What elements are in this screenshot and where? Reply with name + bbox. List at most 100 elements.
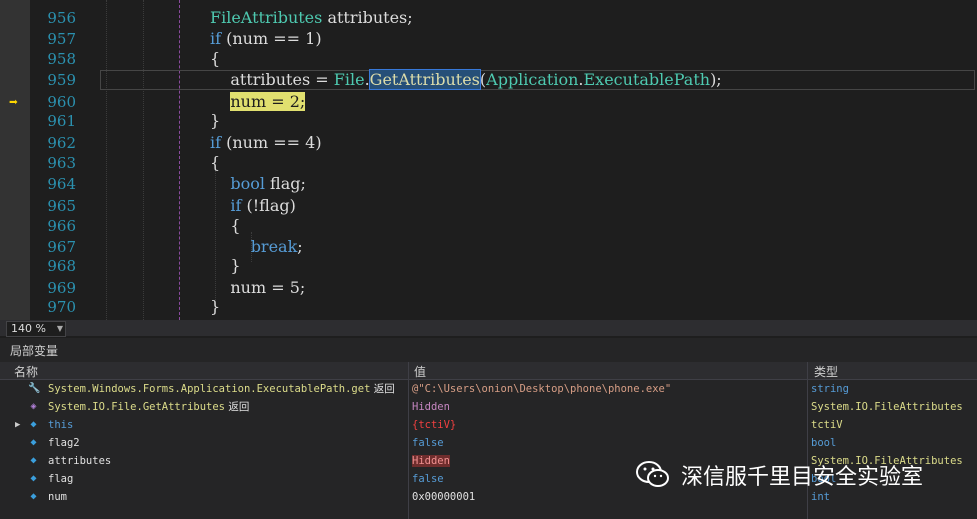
local-value[interactable]: Hidden (412, 398, 802, 416)
code-token: bool (230, 174, 265, 193)
local-value[interactable]: @"C:\Users\onion\Desktop\phone\phone.exe… (412, 380, 802, 398)
locals-row[interactable]: ▶ ◆ this {tctiV} tctiV (0, 416, 977, 434)
watermark: 深信服千里目安全实验室 (635, 458, 955, 492)
local-name-text: num (48, 491, 67, 503)
code-line[interactable]: 969 num = 5; (0, 278, 977, 298)
code-token: { (210, 216, 241, 235)
code-line[interactable]: 957 if (num == 1) (0, 29, 977, 49)
code-token: { (210, 153, 221, 172)
code-line[interactable]: 961} (0, 111, 977, 131)
code-line[interactable]: 967 break; (0, 237, 977, 257)
code-token: if (210, 29, 222, 48)
code-text[interactable]: { (210, 153, 220, 173)
code-text[interactable]: { (210, 49, 220, 69)
line-number: 958 (47, 50, 76, 68)
local-value[interactable]: false (412, 434, 802, 452)
locals-row[interactable]: 🔧 System.Windows.Forms.Application.Execut… (0, 380, 977, 398)
code-line[interactable]: 960 num = 2; (0, 92, 977, 112)
code-token: ExecutablePath (583, 70, 711, 89)
column-header-type[interactable]: 类型 (814, 363, 838, 380)
local-name: System.Windows.Forms.Application.Executa… (48, 380, 406, 398)
code-line[interactable]: 962 if (num == 4) (0, 133, 977, 153)
code-token: (num == 1) (221, 29, 322, 48)
local-value[interactable]: {tctiV} (412, 416, 802, 434)
code-token: File (333, 70, 365, 89)
line-number: 960 (47, 93, 76, 111)
code-text[interactable]: } (210, 297, 220, 317)
code-token: flag; (264, 174, 306, 193)
code-line[interactable]: 968 } (0, 256, 977, 276)
code-token: } (210, 256, 241, 275)
local-name: this (48, 416, 406, 434)
code-line[interactable]: 964 bool flag; (0, 174, 977, 194)
line-number: 957 (47, 30, 76, 48)
local-value-text: Hidden (412, 401, 450, 413)
local-value-text: @"C:\Users\onion\Desktop\phone\phone.exe… (412, 383, 672, 395)
code-line[interactable]: 965 if (!flag) (0, 196, 977, 216)
column-header-name[interactable]: 名称 (14, 363, 38, 380)
local-name-text: flag2 (48, 437, 80, 449)
locals-title: 局部变量 (10, 344, 59, 358)
local-name-text: flag (48, 473, 74, 485)
code-token: . (364, 70, 370, 89)
code-line[interactable]: 958 { (0, 49, 977, 69)
code-text[interactable]: if (!flag) (210, 196, 296, 216)
code-line[interactable]: 956 FileAttributes attributes; (0, 8, 977, 28)
local-name: attributes (48, 452, 406, 470)
code-line[interactable]: 963 { (0, 153, 977, 173)
local-name-text: attributes (48, 455, 112, 467)
code-token: (!flag) (241, 196, 296, 215)
code-editor[interactable]: ➡ 956 FileAttributes attributes; 957 if (nu… (0, 0, 977, 320)
line-number: 962 (47, 134, 76, 152)
local-value-text: false (412, 437, 444, 449)
code-line[interactable]: 959 attributes = File.GetAttributes(Appl… (0, 69, 977, 90)
code-text[interactable]: } (210, 256, 241, 276)
field-icon: ◆ (30, 437, 37, 448)
code-text[interactable]: FileAttributes attributes; (210, 8, 413, 28)
code-text[interactable]: num = 2; (210, 92, 306, 112)
field-icon: ◆ (30, 473, 37, 484)
column-header-value[interactable]: 值 (414, 363, 426, 380)
code-token: if (210, 133, 222, 152)
code-line[interactable]: 970} (0, 297, 977, 317)
zoom-bar: 140 % ▼ (0, 320, 977, 337)
code-line[interactable]: 966 { (0, 216, 977, 236)
code-text[interactable]: if (num == 1) (210, 29, 322, 49)
code-token: GetAttributes (368, 69, 481, 90)
code-text[interactable]: attributes = File.GetAttributes(Applicat… (210, 69, 722, 90)
local-name: num (48, 488, 406, 506)
code-text[interactable]: if (num == 4) (210, 133, 322, 153)
wechat-logo-icon (635, 460, 671, 490)
code-token: ); (710, 70, 722, 89)
line-number: 968 (47, 257, 76, 275)
local-type: System.IO.FileAttributes (811, 401, 963, 413)
code-token: num = 2; (230, 92, 306, 111)
wrench-icon: 🔧 (28, 383, 41, 394)
code-token: num = 5; (210, 278, 306, 297)
code-token: if (230, 196, 242, 215)
line-number: 956 (47, 9, 76, 27)
field-icon: ◆ (30, 419, 37, 430)
line-number: 961 (47, 112, 76, 130)
local-name-text: System.IO.File.GetAttributes (48, 401, 226, 413)
locals-row[interactable]: ◈ System.IO.File.GetAttributes 返回 Hidden Sy… (0, 398, 977, 416)
chevron-down-icon: ▼ (56, 324, 63, 333)
code-text[interactable]: { (210, 216, 241, 236)
code-text[interactable]: } (210, 111, 220, 131)
code-token: } (210, 297, 221, 316)
zoom-dropdown[interactable]: 140 % ▼ (6, 321, 66, 337)
locals-row[interactable]: ◆ flag2 false bool (0, 434, 977, 452)
local-value-text: false (412, 473, 444, 485)
local-value-text: 0x00000001 (412, 491, 476, 503)
code-token: FileAttributes (210, 8, 323, 27)
code-text[interactable]: bool flag; (210, 174, 306, 194)
code-text[interactable]: break; (210, 237, 303, 257)
code-text[interactable]: num = 5; (210, 278, 305, 298)
watermark-text: 深信服千里目安全实验室 (681, 465, 924, 490)
line-number: 959 (47, 71, 76, 89)
expand-arrow-icon[interactable]: ▶ (15, 416, 20, 434)
